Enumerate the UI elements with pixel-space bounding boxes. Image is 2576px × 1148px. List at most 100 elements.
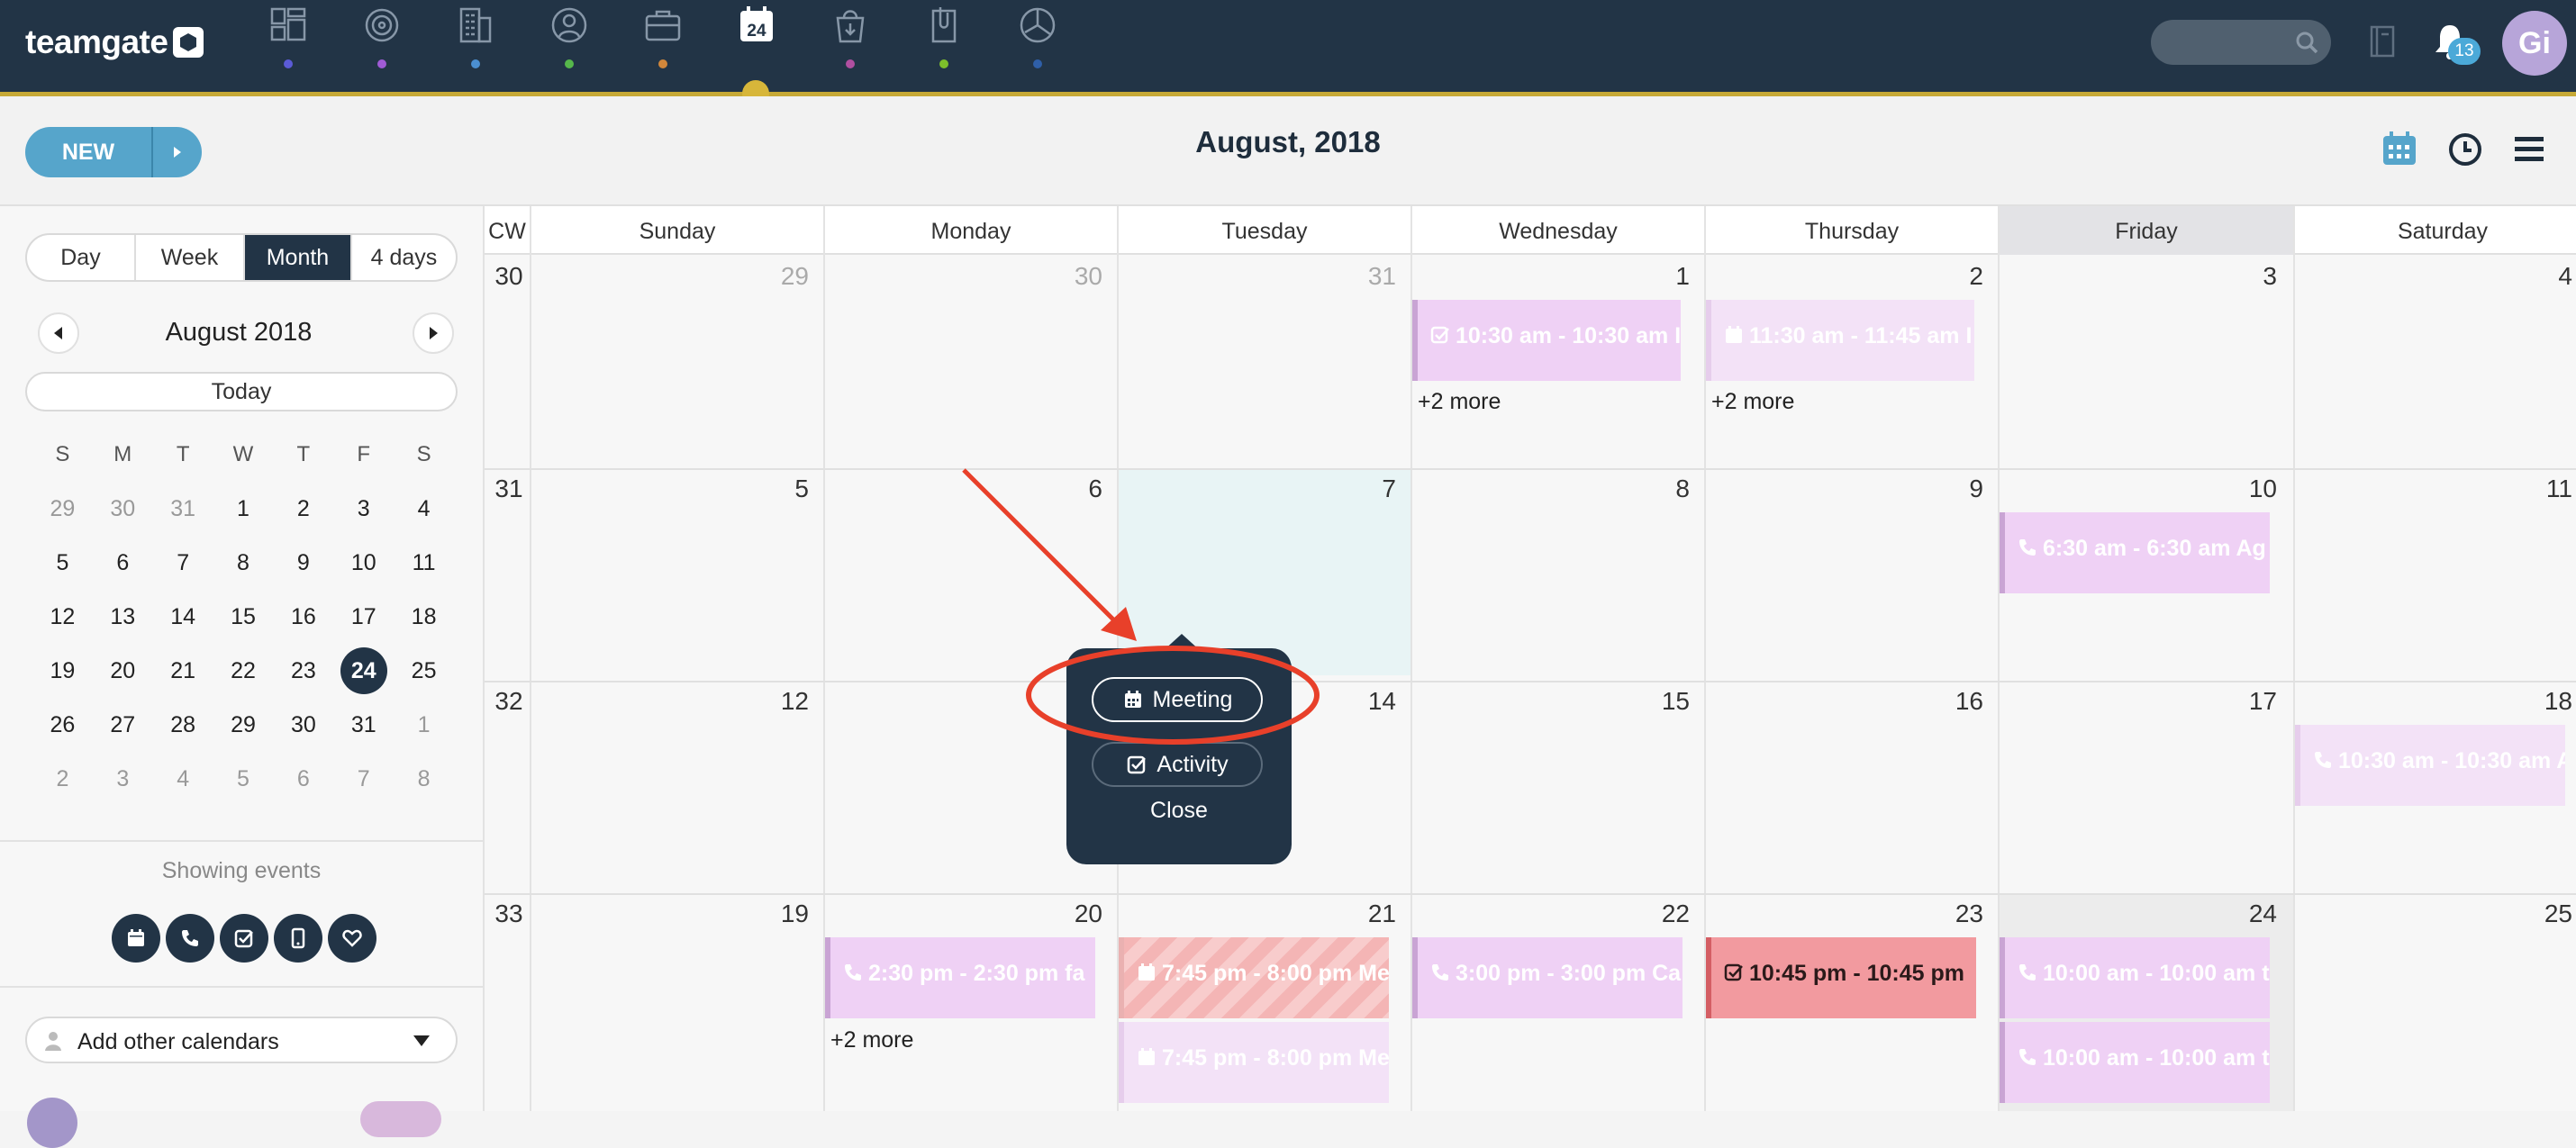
calendar-event[interactable]: 2:30 pm - 2:30 pm fa — [825, 937, 1095, 1018]
day-number[interactable]: 10 — [2223, 475, 2277, 503]
mini-day[interactable]: 3 — [333, 482, 394, 536]
day-number[interactable]: 18 — [2518, 687, 2572, 716]
mini-day[interactable]: 17 — [333, 590, 394, 644]
day-number[interactable]: 19 — [755, 899, 809, 928]
mini-calendar-next-button[interactable] — [413, 312, 454, 354]
day-number[interactable]: 2 — [1929, 262, 1983, 291]
mini-day[interactable]: 2 — [273, 482, 333, 536]
day-number[interactable]: 4 — [2518, 262, 2572, 291]
mini-day[interactable]: 20 — [93, 644, 153, 698]
mini-day[interactable]: 9 — [273, 536, 333, 590]
calendar-event[interactable]: 6:30 am - 6:30 am Ag — [2000, 512, 2270, 593]
day-number[interactable]: 1 — [1636, 262, 1690, 291]
calendar-event[interactable]: 7:45 pm - 8:00 pm Me — [1119, 1022, 1389, 1103]
calendar-event[interactable]: 10:30 am - 10:30 am A — [2295, 725, 2565, 806]
calendar-event[interactable]: 3:00 pm - 3:00 pm Ca — [1412, 937, 1683, 1018]
popover-close-button[interactable]: Close — [1066, 798, 1292, 824]
mini-day[interactable]: 19 — [32, 644, 93, 698]
day-number[interactable]: 24 — [2223, 899, 2277, 928]
mini-day[interactable]: 25 — [394, 644, 454, 698]
day-number[interactable]: 5 — [755, 475, 809, 503]
mini-day[interactable]: 7 — [333, 752, 394, 806]
calendar-event[interactable]: 11:30 am - 11:45 am I — [1706, 300, 1974, 381]
nav-documents[interactable] — [913, 0, 975, 90]
day-number[interactable]: 21 — [1342, 899, 1396, 928]
day-number[interactable]: 7 — [1342, 475, 1396, 503]
mini-day[interactable]: 8 — [213, 536, 274, 590]
nav-sales[interactable] — [820, 0, 881, 90]
mini-day[interactable]: 27 — [93, 698, 153, 752]
nav-calendar[interactable]: 24 — [726, 0, 787, 90]
mini-day[interactable]: 15 — [213, 590, 274, 644]
day-number[interactable]: 22 — [1636, 899, 1690, 928]
day-number[interactable]: 16 — [1929, 687, 1983, 716]
mini-day[interactable]: 14 — [153, 590, 213, 644]
more-events-link[interactable]: +2 more — [1418, 389, 1501, 415]
nav-contacts[interactable] — [539, 0, 600, 90]
mini-day[interactable]: 3 — [93, 752, 153, 806]
mini-day[interactable]: 26 — [32, 698, 93, 752]
task-filter-icon[interactable] — [220, 914, 268, 963]
nav-goals[interactable] — [351, 0, 413, 90]
day-number[interactable]: 11 — [2518, 475, 2572, 503]
mini-day[interactable]: 12 — [32, 590, 93, 644]
mini-day[interactable]: 11 — [394, 536, 454, 590]
mini-day[interactable]: 6 — [273, 752, 333, 806]
mini-day[interactable]: 13 — [93, 590, 153, 644]
mini-day[interactable]: 1 — [213, 482, 274, 536]
mini-day[interactable]: 5 — [32, 536, 93, 590]
heart-filter-icon[interactable] — [328, 914, 376, 963]
calendar-event[interactable]: 10:00 am - 10:00 am t — [2000, 1022, 2270, 1103]
mini-day[interactable]: 29 — [32, 482, 93, 536]
view-week-button[interactable]: Week — [136, 235, 245, 280]
mini-day[interactable]: 30 — [273, 698, 333, 752]
mini-day[interactable]: 29 — [213, 698, 274, 752]
mini-day[interactable]: 28 — [153, 698, 213, 752]
mini-day[interactable]: 5 — [213, 752, 274, 806]
mini-day-selected[interactable]: 24 — [333, 644, 394, 698]
meeting-filter-icon[interactable] — [112, 914, 160, 963]
mini-day[interactable]: 23 — [273, 644, 333, 698]
mini-day[interactable]: 4 — [394, 482, 454, 536]
clock-icon[interactable] — [2448, 132, 2482, 167]
mini-day[interactable]: 22 — [213, 644, 274, 698]
day-number[interactable]: 25 — [2518, 899, 2572, 928]
day-number[interactable]: 15 — [1636, 687, 1690, 716]
mini-day[interactable]: 18 — [394, 590, 454, 644]
calendar-avatar[interactable] — [27, 1098, 77, 1148]
mini-day[interactable]: 16 — [273, 590, 333, 644]
mini-day[interactable]: 4 — [153, 752, 213, 806]
book-icon[interactable] — [2367, 23, 2398, 59]
nav-reports[interactable] — [1007, 0, 1068, 90]
day-number[interactable]: 29 — [755, 262, 809, 291]
mini-day[interactable]: 2 — [32, 752, 93, 806]
mini-day[interactable]: 1 — [394, 698, 454, 752]
view-day-button[interactable]: Day — [27, 235, 136, 280]
mini-day[interactable]: 6 — [93, 536, 153, 590]
nav-deals[interactable] — [632, 0, 694, 90]
day-number[interactable]: 23 — [1929, 899, 1983, 928]
mini-day[interactable]: 10 — [333, 536, 394, 590]
calendar-event[interactable]: 10:30 am - 10:30 am I — [1412, 300, 1681, 381]
day-number[interactable]: 20 — [1048, 899, 1102, 928]
mini-day[interactable]: 8 — [394, 752, 454, 806]
view-month-button[interactable]: Month — [244, 235, 352, 280]
user-avatar[interactable]: Gi — [2502, 11, 2567, 76]
calendar-toggle[interactable] — [360, 1101, 441, 1137]
global-search-input[interactable] — [2151, 20, 2331, 65]
day-number[interactable]: 31 — [1342, 262, 1396, 291]
calendar-view-icon[interactable] — [2381, 131, 2417, 167]
day-number[interactable]: 6 — [1048, 475, 1102, 503]
call-filter-icon[interactable] — [166, 914, 214, 963]
new-meeting-button[interactable]: Meeting — [1092, 677, 1263, 722]
day-number[interactable]: 30 — [1048, 262, 1102, 291]
nav-companies[interactable] — [445, 0, 506, 90]
add-other-calendars-dropdown[interactable]: Add other calendars — [25, 1017, 458, 1063]
mini-day[interactable]: 31 — [153, 482, 213, 536]
day-number[interactable]: 8 — [1636, 475, 1690, 503]
more-events-link[interactable]: +2 more — [830, 1027, 913, 1053]
nav-dashboard[interactable] — [258, 0, 319, 90]
day-number[interactable]: 14 — [1342, 687, 1396, 716]
calendar-event[interactable]: 10:45 pm - 10:45 pm — [1706, 937, 1976, 1018]
mini-day[interactable]: 21 — [153, 644, 213, 698]
